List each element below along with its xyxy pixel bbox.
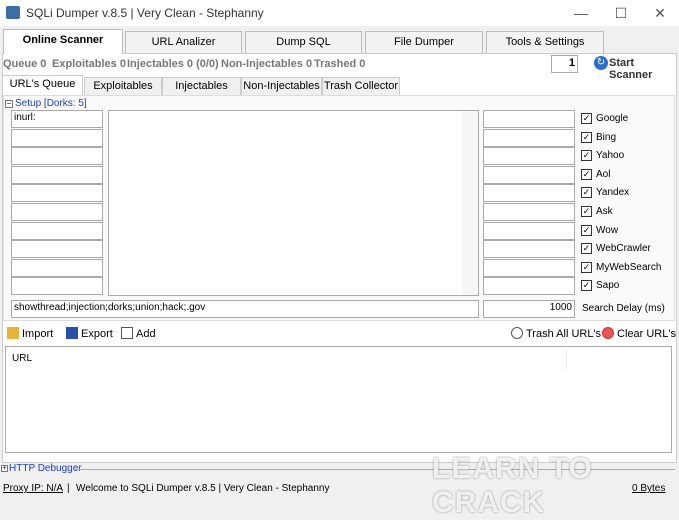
clear-icon: [602, 327, 614, 339]
engine-label: Sapo: [596, 280, 620, 292]
dork-suffix-field[interactable]: [483, 165, 575, 184]
engine-label: MyWebSearch: [596, 261, 662, 273]
dork-prefix-field[interactable]: [11, 147, 103, 166]
engine-checkbox[interactable]: ✓: [581, 150, 592, 162]
engine-checkbox[interactable]: ✓: [581, 131, 592, 143]
exploitables-count: Exploitables 0: [52, 58, 126, 70]
subtab-exploitables[interactable]: Exploitables: [84, 77, 162, 95]
dorks-textarea[interactable]: [108, 110, 479, 296]
dork-suffix-field[interactable]: [483, 110, 575, 128]
engine-label: Yandex: [596, 187, 630, 199]
clear-urls-button[interactable]: Clear URL's: [602, 327, 676, 340]
dork-suffix-field[interactable]: [483, 221, 575, 240]
setup-label[interactable]: Setup [Dorks: 5]: [15, 98, 87, 109]
export-button[interactable]: Export: [66, 327, 113, 340]
trashed-count: Trashed 0: [314, 58, 366, 70]
engine-label: WebCrawler: [596, 243, 651, 255]
add-icon: [121, 327, 133, 339]
status-message: Welcome to SQLi Dumper v.8.5 | Very Clea…: [76, 483, 330, 494]
dork-suffix-field[interactable]: [483, 258, 575, 277]
engine-checkbox[interactable]: ✓: [581, 206, 592, 217]
import-button[interactable]: Import: [7, 327, 53, 340]
dork-prefix-field[interactable]: [11, 240, 103, 259]
watermark: LEARN TO CRACK: [432, 452, 593, 519]
dork-suffix-field[interactable]: [483, 203, 575, 221]
column-divider: [566, 349, 567, 369]
subtab-urls-queue[interactable]: URL's Queue: [2, 75, 83, 95]
engine-label: Bing: [596, 131, 617, 143]
app-icon: [6, 6, 20, 19]
search-delay-label: Search Delay (ms): [582, 303, 665, 314]
add-button[interactable]: Add: [121, 327, 156, 340]
tab-file-dumper[interactable]: File Dumper: [365, 31, 483, 53]
import-label: Import: [22, 328, 54, 340]
tab-online-scanner[interactable]: Online Scanner: [3, 29, 123, 54]
dork-prefix-field[interactable]: [11, 128, 103, 147]
http-debugger-toggle[interactable]: HTTP Debugger: [9, 463, 82, 474]
subtab-injectables[interactable]: Injectables: [162, 77, 241, 95]
queue-count: Queue 0: [3, 58, 47, 70]
tab-tools-settings[interactable]: Tools & Settings: [486, 31, 604, 53]
dork-prefix-field[interactable]: [11, 184, 103, 203]
dork-prefix-field[interactable]: [11, 165, 103, 184]
scrollbar[interactable]: [462, 111, 478, 295]
engine-checkbox[interactable]: ✓: [581, 168, 592, 180]
dork-suffix-field[interactable]: [483, 128, 575, 147]
engine-label: Google: [596, 113, 629, 124]
start-icon: ↻: [594, 56, 608, 70]
dork-prefix-field[interactable]: [11, 277, 103, 296]
expand-icon[interactable]: +: [1, 465, 8, 472]
tab-dump-sql[interactable]: Dump SQL: [245, 31, 362, 53]
engine-label: Aol: [596, 168, 611, 180]
dork-suffix-field[interactable]: [483, 277, 575, 296]
url-column-header[interactable]: URL: [12, 353, 32, 364]
dork-suffix-field[interactable]: [483, 184, 575, 203]
dork-prefix-field[interactable]: [11, 221, 103, 240]
tab-url-analizer[interactable]: URL Analizer: [125, 31, 242, 53]
dork-prefix-field[interactable]: [11, 258, 103, 277]
proxy-ip-link[interactable]: Proxy IP: N/A: [3, 483, 63, 494]
status-separator: |: [67, 483, 70, 494]
search-delay-input[interactable]: 1000: [483, 300, 575, 318]
subtab-trash-collector[interactable]: Trash Collector: [322, 77, 400, 95]
window-title: SQLi Dumper v.8.5 | Very Clean - Stephan…: [26, 6, 264, 20]
engine-label: Yahoo: [596, 150, 625, 162]
engine-checkbox[interactable]: ✓: [581, 187, 592, 199]
save-icon: [66, 327, 78, 339]
start-scanner-button[interactable]: Start Scanner: [609, 57, 679, 81]
maximize-button[interactable]: ☐: [611, 3, 631, 23]
folder-icon: [7, 327, 19, 339]
close-button[interactable]: ✕: [650, 3, 670, 23]
keywords-input[interactable]: showthread;injection;dorks;union;hack;.g…: [11, 300, 479, 318]
engine-checkbox[interactable]: ✓: [581, 224, 592, 236]
engine-checkbox[interactable]: ✓: [581, 261, 592, 273]
subtab-non-injectables[interactable]: Non-Injectables: [241, 77, 322, 95]
engine-checkbox[interactable]: ✓: [581, 280, 592, 292]
minimize-button[interactable]: —: [571, 3, 591, 23]
dork-prefix-field[interactable]: inurl:: [11, 110, 103, 128]
clear-label: Clear URL's: [617, 328, 676, 340]
trash-all-label: Trash All URL's: [526, 328, 602, 340]
engine-checkbox[interactable]: ✓: [581, 243, 592, 255]
add-label: Add: [136, 328, 156, 340]
export-label: Export: [81, 328, 113, 340]
dork-suffix-field[interactable]: [483, 147, 575, 166]
injectables-count: Injectables 0 (0/0): [127, 58, 219, 70]
trash-all-button[interactable]: Trash All URL's: [511, 327, 601, 340]
dork-suffix-field[interactable]: [483, 240, 575, 259]
collapse-icon[interactable]: −: [5, 100, 13, 108]
trash-icon: [511, 327, 523, 339]
engine-label: Wow: [596, 224, 619, 236]
url-list[interactable]: URL: [5, 346, 672, 453]
threads-stepper[interactable]: 1: [551, 55, 578, 73]
dork-prefix-field[interactable]: [11, 203, 103, 221]
engine-label: Ask: [596, 206, 613, 217]
non-injectables-count: Non-Injectables 0: [221, 58, 313, 70]
engine-checkbox[interactable]: ✓: [581, 113, 592, 124]
